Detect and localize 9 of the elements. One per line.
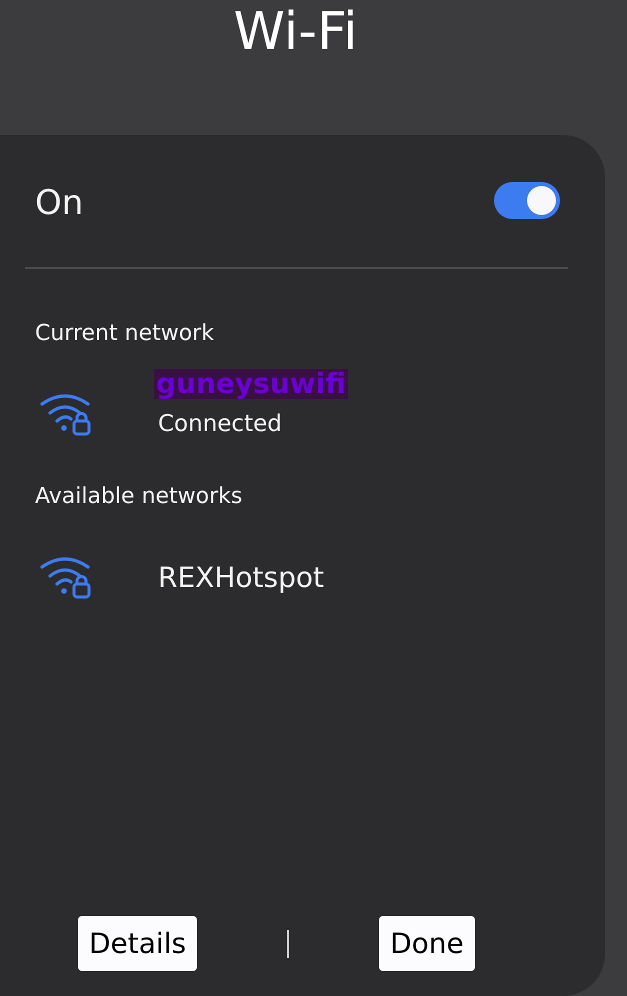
screen-title: Wi-Fi bbox=[232, 1, 359, 64]
wifi-status-label: On bbox=[35, 183, 84, 223]
section-heading: Current network bbox=[34, 321, 215, 346]
wifi-toggle[interactable] bbox=[494, 182, 560, 219]
network-status: Connected bbox=[158, 411, 283, 437]
dialog-button[interactable]: Details bbox=[78, 916, 198, 971]
dialog-button[interactable]: Done bbox=[379, 916, 475, 971]
section-heading: Available networks bbox=[34, 484, 244, 509]
network-name[interactable]: REXHotspot bbox=[158, 560, 324, 594]
